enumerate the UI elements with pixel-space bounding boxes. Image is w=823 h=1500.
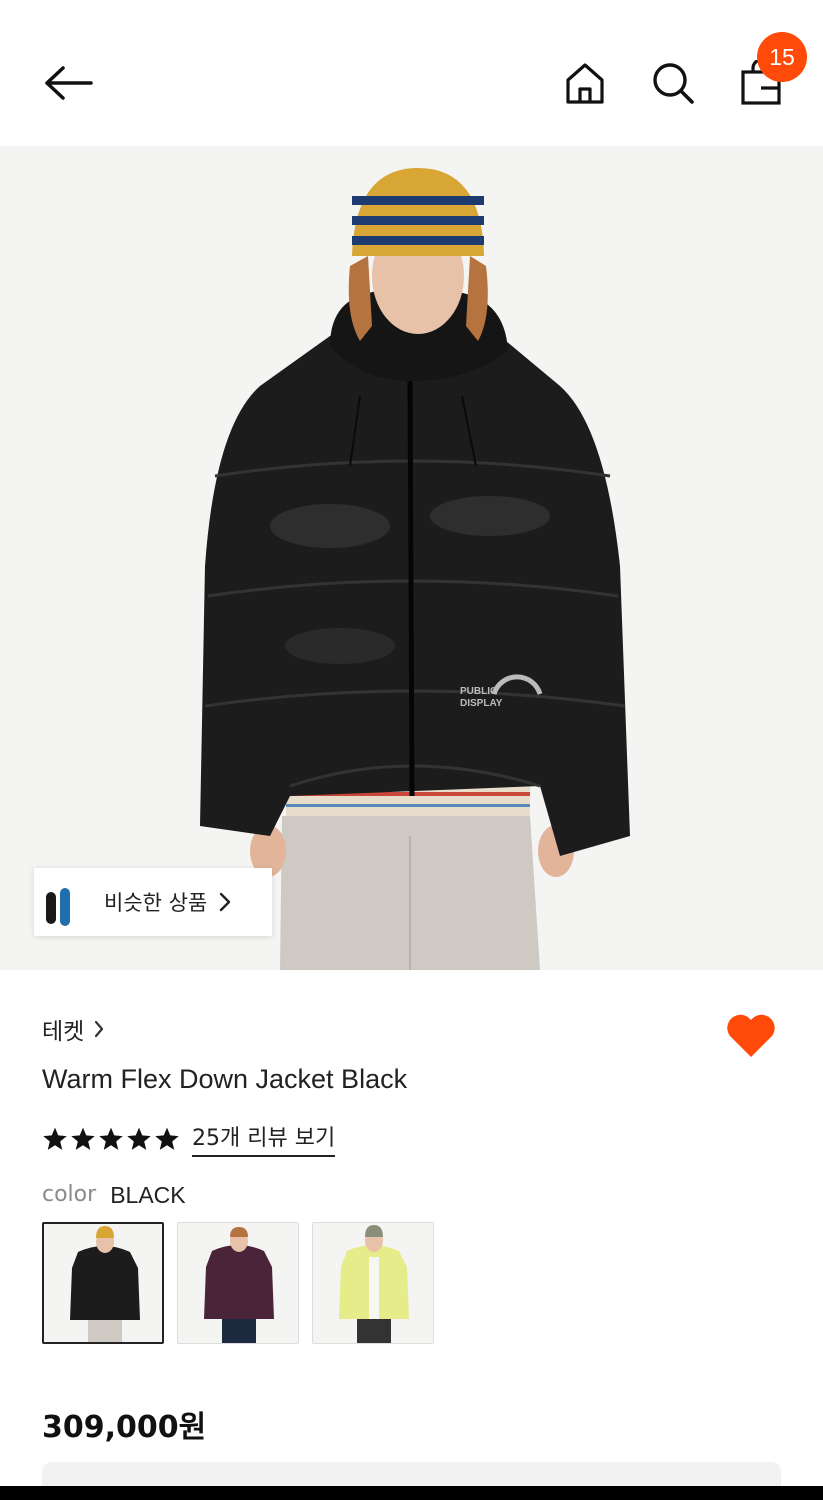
color-swatch-black[interactable] (42, 1222, 164, 1344)
color-value: BLACK (110, 1182, 186, 1208)
reviews-link[interactable]: 25개 리뷰 보기 (192, 1120, 336, 1157)
color-swatch-lime[interactable] (312, 1222, 434, 1344)
star-icon (43, 1127, 67, 1150)
back-button[interactable] (38, 58, 96, 108)
color-swatch-purple[interactable] (177, 1222, 299, 1344)
color-label: color (42, 1182, 97, 1207)
brand-link[interactable]: 테켓 (42, 1012, 104, 1046)
svg-text:DISPLAY: DISPLAY (460, 698, 503, 709)
color-row: color BLACK (42, 1182, 186, 1209)
chevron-right-icon (94, 1020, 104, 1038)
back-arrow-icon (45, 66, 93, 100)
search-button[interactable] (646, 56, 700, 110)
similar-products-thumbnails (34, 868, 76, 936)
star-icon (127, 1127, 151, 1150)
brand-name: 테켓 (42, 1019, 85, 1045)
svg-text:PUBLIC: PUBLIC (460, 686, 497, 697)
product-main-image[interactable]: PUBLIC DISPLAY (0, 146, 823, 970)
similar-products-label: 비슷한 상품 (104, 891, 208, 915)
search-icon (653, 63, 694, 104)
home-icon (566, 63, 604, 104)
rating-stars (42, 1126, 182, 1152)
product-title: Warm Flex Down Jacket Black (42, 1064, 408, 1094)
heart-icon (727, 1014, 775, 1057)
star-icon (99, 1127, 123, 1150)
color-swatches (42, 1222, 447, 1344)
home-button[interactable] (558, 56, 612, 110)
similar-products-button[interactable]: 비슷한 상품 (34, 868, 272, 936)
swatch-jacket (204, 1245, 274, 1319)
product-price: 309,000원 (42, 1410, 207, 1445)
screen-bottom-edge (0, 1486, 823, 1500)
product-photo: PUBLIC DISPLAY (0, 146, 823, 970)
top-bar: 15 (0, 0, 823, 146)
star-icon (155, 1127, 179, 1150)
chevron-right-icon (219, 892, 231, 912)
cart-count-badge: 15 (757, 32, 807, 82)
wishlist-button[interactable] (722, 1008, 780, 1064)
rating-row: 25개 리뷰 보기 (42, 1120, 336, 1157)
star-icon (71, 1127, 95, 1150)
